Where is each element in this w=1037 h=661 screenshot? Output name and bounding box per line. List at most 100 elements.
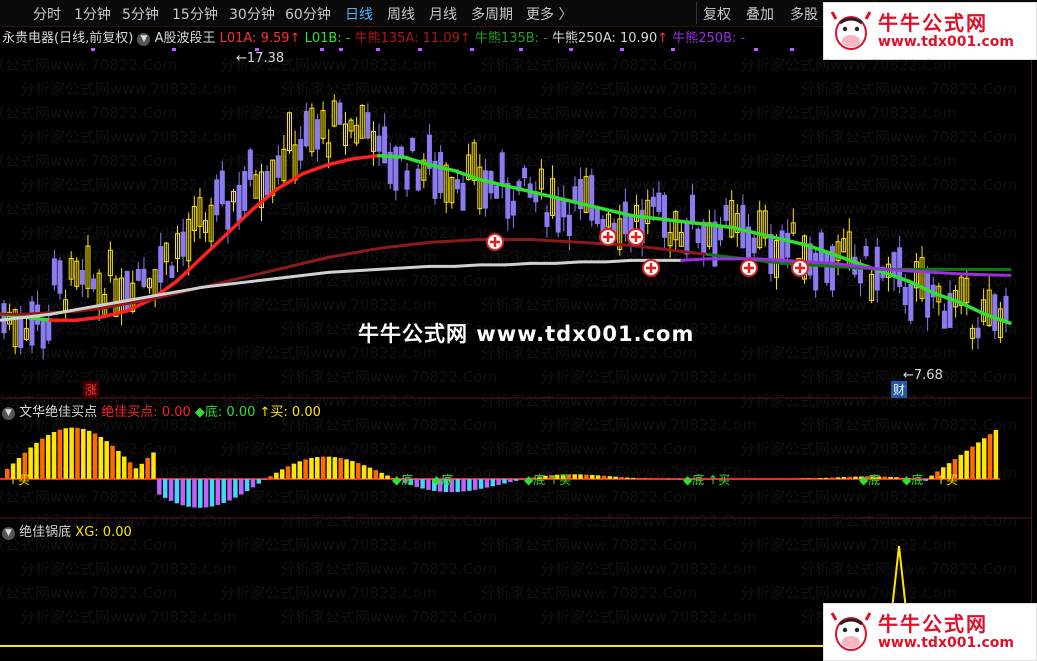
bg-watermark-text: 分析家公式网www.70822.Com — [20, 368, 237, 386]
bg-watermark-text: 分析家公式网www.70822.Com — [280, 128, 497, 146]
buy-marker: ↑买 — [936, 473, 959, 487]
osc-bar — [923, 479, 928, 481]
bg-watermark-text: 分析家公式网www.70822.Com — [540, 416, 757, 434]
osc-bar — [239, 479, 244, 495]
bg-watermark-text: 分析家公式网www.70822.Com — [20, 224, 237, 242]
top-dot — [754, 48, 758, 51]
osc-bar — [894, 477, 899, 479]
candle-body — [365, 112, 371, 139]
zhang-badge: 涨 — [83, 381, 100, 398]
osc-bar — [572, 474, 577, 479]
top-dot — [620, 48, 624, 51]
osc-bar — [888, 476, 893, 479]
candle-body — [460, 182, 466, 211]
panel3-name[interactable]: 绝佳锅底 — [19, 525, 71, 540]
high-price-label: ←17.38 — [236, 51, 285, 66]
osc-bar — [496, 479, 501, 485]
osc-bar — [630, 477, 636, 479]
bg-watermark-text: 分析家公式网www.70822.Com — [0, 152, 177, 170]
candle-body — [723, 204, 729, 221]
panel2-name[interactable]: 文华绝佳买点 — [19, 405, 97, 420]
candle-body — [718, 226, 724, 241]
series-segment-2 — [251, 276, 280, 283]
candle-body — [29, 301, 35, 346]
osc-bar — [461, 479, 466, 492]
candle-body — [236, 184, 242, 222]
osc-bar — [578, 474, 583, 479]
osc-bar — [350, 461, 355, 479]
bg-watermark-text: 分析家公式网www.70822.Com — [220, 440, 437, 458]
bg-watermark-text: 分析家公式网www.70822.Com — [220, 536, 437, 554]
chevron-down-icon[interactable]: ▼ — [2, 407, 15, 420]
series-segment-1 — [427, 239, 456, 244]
osc-bar — [110, 445, 115, 479]
osc-bar — [309, 458, 314, 479]
series-segment-1 — [554, 239, 583, 244]
top-dot — [671, 48, 675, 51]
candle-body — [410, 137, 416, 152]
bg-watermark-text: 分析家公式网www.70822.Com — [0, 584, 177, 602]
candle-body — [51, 258, 57, 286]
candle-body — [818, 232, 824, 262]
osc-bar — [625, 477, 630, 479]
osc-bar — [168, 479, 174, 501]
osc-bar — [636, 478, 642, 479]
bg-watermark-text: 分析家公式网www.70822.Com — [480, 440, 697, 458]
series-segment-1 — [528, 237, 557, 243]
osc-bar — [221, 479, 226, 503]
candle-body — [740, 204, 746, 249]
osc-bar — [958, 454, 964, 479]
series-segment-2 — [377, 266, 406, 271]
bg-watermark-text: 分析家公式网www.70822.Com — [540, 80, 757, 98]
bg-watermark-text: 分析家公式网www.70822.Com — [740, 584, 957, 602]
chevron-down-icon[interactable]: ▼ — [2, 527, 15, 540]
osc-bar — [326, 456, 332, 479]
bg-watermark-text: 分析家公式网www.70822.Com — [740, 440, 957, 458]
osc-bar — [262, 479, 267, 480]
candle-body — [594, 208, 600, 225]
osc-bar — [285, 466, 291, 479]
osc-bar — [595, 475, 601, 479]
bg-watermark-text: 分析家公式网www.70822.Com — [740, 152, 957, 170]
candle-body — [975, 327, 981, 339]
bg-watermark-text: 分析家公式网www.70822.Com — [540, 368, 757, 386]
bg-watermark-text: 分析家公式网www.70822.Com — [220, 584, 437, 602]
osc-bar — [478, 479, 484, 489]
osc-bar — [122, 456, 127, 479]
bg-watermark-text: 分析家公式网www.70822.Com — [220, 488, 437, 506]
panel2-title: ▼ 文华绝佳买点 绝佳买点: 0.00 ◆底: 0.00 ↑买: 0.00 — [2, 401, 321, 420]
osc-bar — [40, 438, 45, 479]
cai-badge[interactable]: 财 — [891, 381, 908, 398]
osc-bar — [332, 457, 338, 479]
candle-body — [158, 246, 164, 283]
osc-bar — [215, 479, 221, 505]
top-dot — [339, 48, 343, 51]
osc-bar — [829, 477, 835, 479]
series-segment-2 — [326, 269, 355, 274]
bg-watermark-text: 分析家公式网www.70822.Com — [540, 608, 757, 626]
logo-title: 牛牛公式网 — [878, 612, 988, 636]
low-price-label: ←7.68 — [903, 368, 943, 383]
candle-body — [214, 179, 220, 216]
series-segment-2 — [554, 260, 583, 265]
series-segment-1 — [705, 252, 734, 259]
bg-watermark-text: 分析家公式网www.70822.Com — [20, 176, 237, 194]
osc-bar — [133, 468, 139, 479]
candle-body — [438, 151, 444, 194]
osc-bar — [385, 475, 390, 479]
candle-body — [662, 194, 668, 238]
candle-body — [566, 214, 572, 237]
candle-body — [510, 200, 516, 216]
panel3-title: ▼ 绝佳锅底 XG: 0.00 — [2, 521, 132, 540]
bg-watermark-text: 分析家公式网www.70822.Com — [0, 248, 177, 266]
bg-watermark-text: 分析家公式网www.70822.Com — [220, 104, 437, 122]
series-segment-2 — [882, 267, 911, 273]
osc-bar — [203, 479, 209, 508]
candle-body — [499, 152, 505, 185]
candle-body — [656, 192, 662, 213]
candle-body — [701, 221, 707, 254]
osc-bar — [268, 476, 273, 479]
top-dot — [569, 48, 573, 51]
osc-bar — [320, 456, 326, 479]
bg-watermark-text: 分析家公式网www.70822.Com — [480, 392, 697, 410]
